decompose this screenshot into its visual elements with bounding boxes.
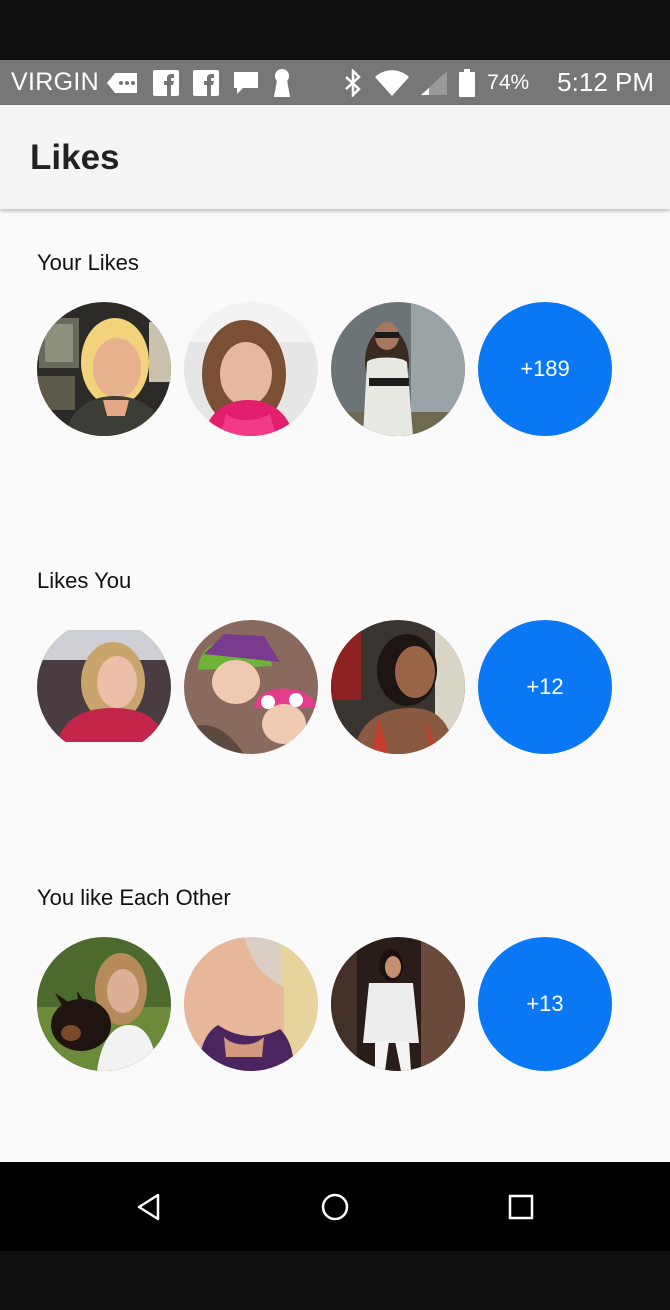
- battery-percent: 74%: [487, 70, 530, 94]
- keyhole-icon: [273, 68, 291, 97]
- avatar[interactable]: [331, 937, 465, 1071]
- avatar[interactable]: [184, 937, 318, 1071]
- avatar[interactable]: [37, 620, 171, 754]
- more-mutual-likes-button[interactable]: +13: [478, 937, 612, 1071]
- back-icon: [137, 1193, 159, 1220]
- avatar[interactable]: [331, 620, 465, 754]
- bottom-strip: [0, 1251, 670, 1310]
- section-title: Likes You: [37, 568, 132, 593]
- page-title: Likes: [30, 138, 120, 177]
- home-button[interactable]: [290, 1162, 379, 1251]
- back-button[interactable]: [104, 1162, 193, 1251]
- signal-icon: [421, 70, 448, 95]
- avatar[interactable]: [37, 937, 171, 1071]
- bluetooth-icon: [343, 68, 363, 97]
- avatar[interactable]: [184, 620, 318, 754]
- recents-button[interactable]: [476, 1162, 565, 1251]
- avatar[interactable]: [37, 302, 171, 436]
- more-likes-you-button[interactable]: +12: [478, 620, 612, 754]
- facebook-icon: [192, 69, 219, 96]
- avatar[interactable]: [331, 302, 465, 436]
- app-bar: Likes: [0, 105, 670, 209]
- section-title: You like Each Other: [37, 885, 231, 910]
- clock: 5:12 PM: [557, 67, 654, 97]
- message-icon: [233, 70, 259, 96]
- voicemail-icon: [106, 71, 139, 95]
- wifi-icon: [375, 69, 410, 96]
- likes-content: Your Likes +189 Likes You +12 You like E…: [0, 209, 670, 1162]
- carrier-label: VIRGIN: [11, 68, 99, 96]
- section-title: Your Likes: [37, 250, 139, 275]
- facebook-icon: [152, 69, 179, 96]
- status-bar: VIRGIN 74% 5:12 PM: [0, 60, 670, 105]
- avatar[interactable]: [184, 302, 318, 436]
- navigation-bar: [0, 1162, 670, 1251]
- more-your-likes-button[interactable]: +189: [478, 302, 612, 436]
- recents-icon: [508, 1194, 533, 1219]
- battery-icon: [459, 68, 476, 97]
- home-icon: [321, 1193, 348, 1220]
